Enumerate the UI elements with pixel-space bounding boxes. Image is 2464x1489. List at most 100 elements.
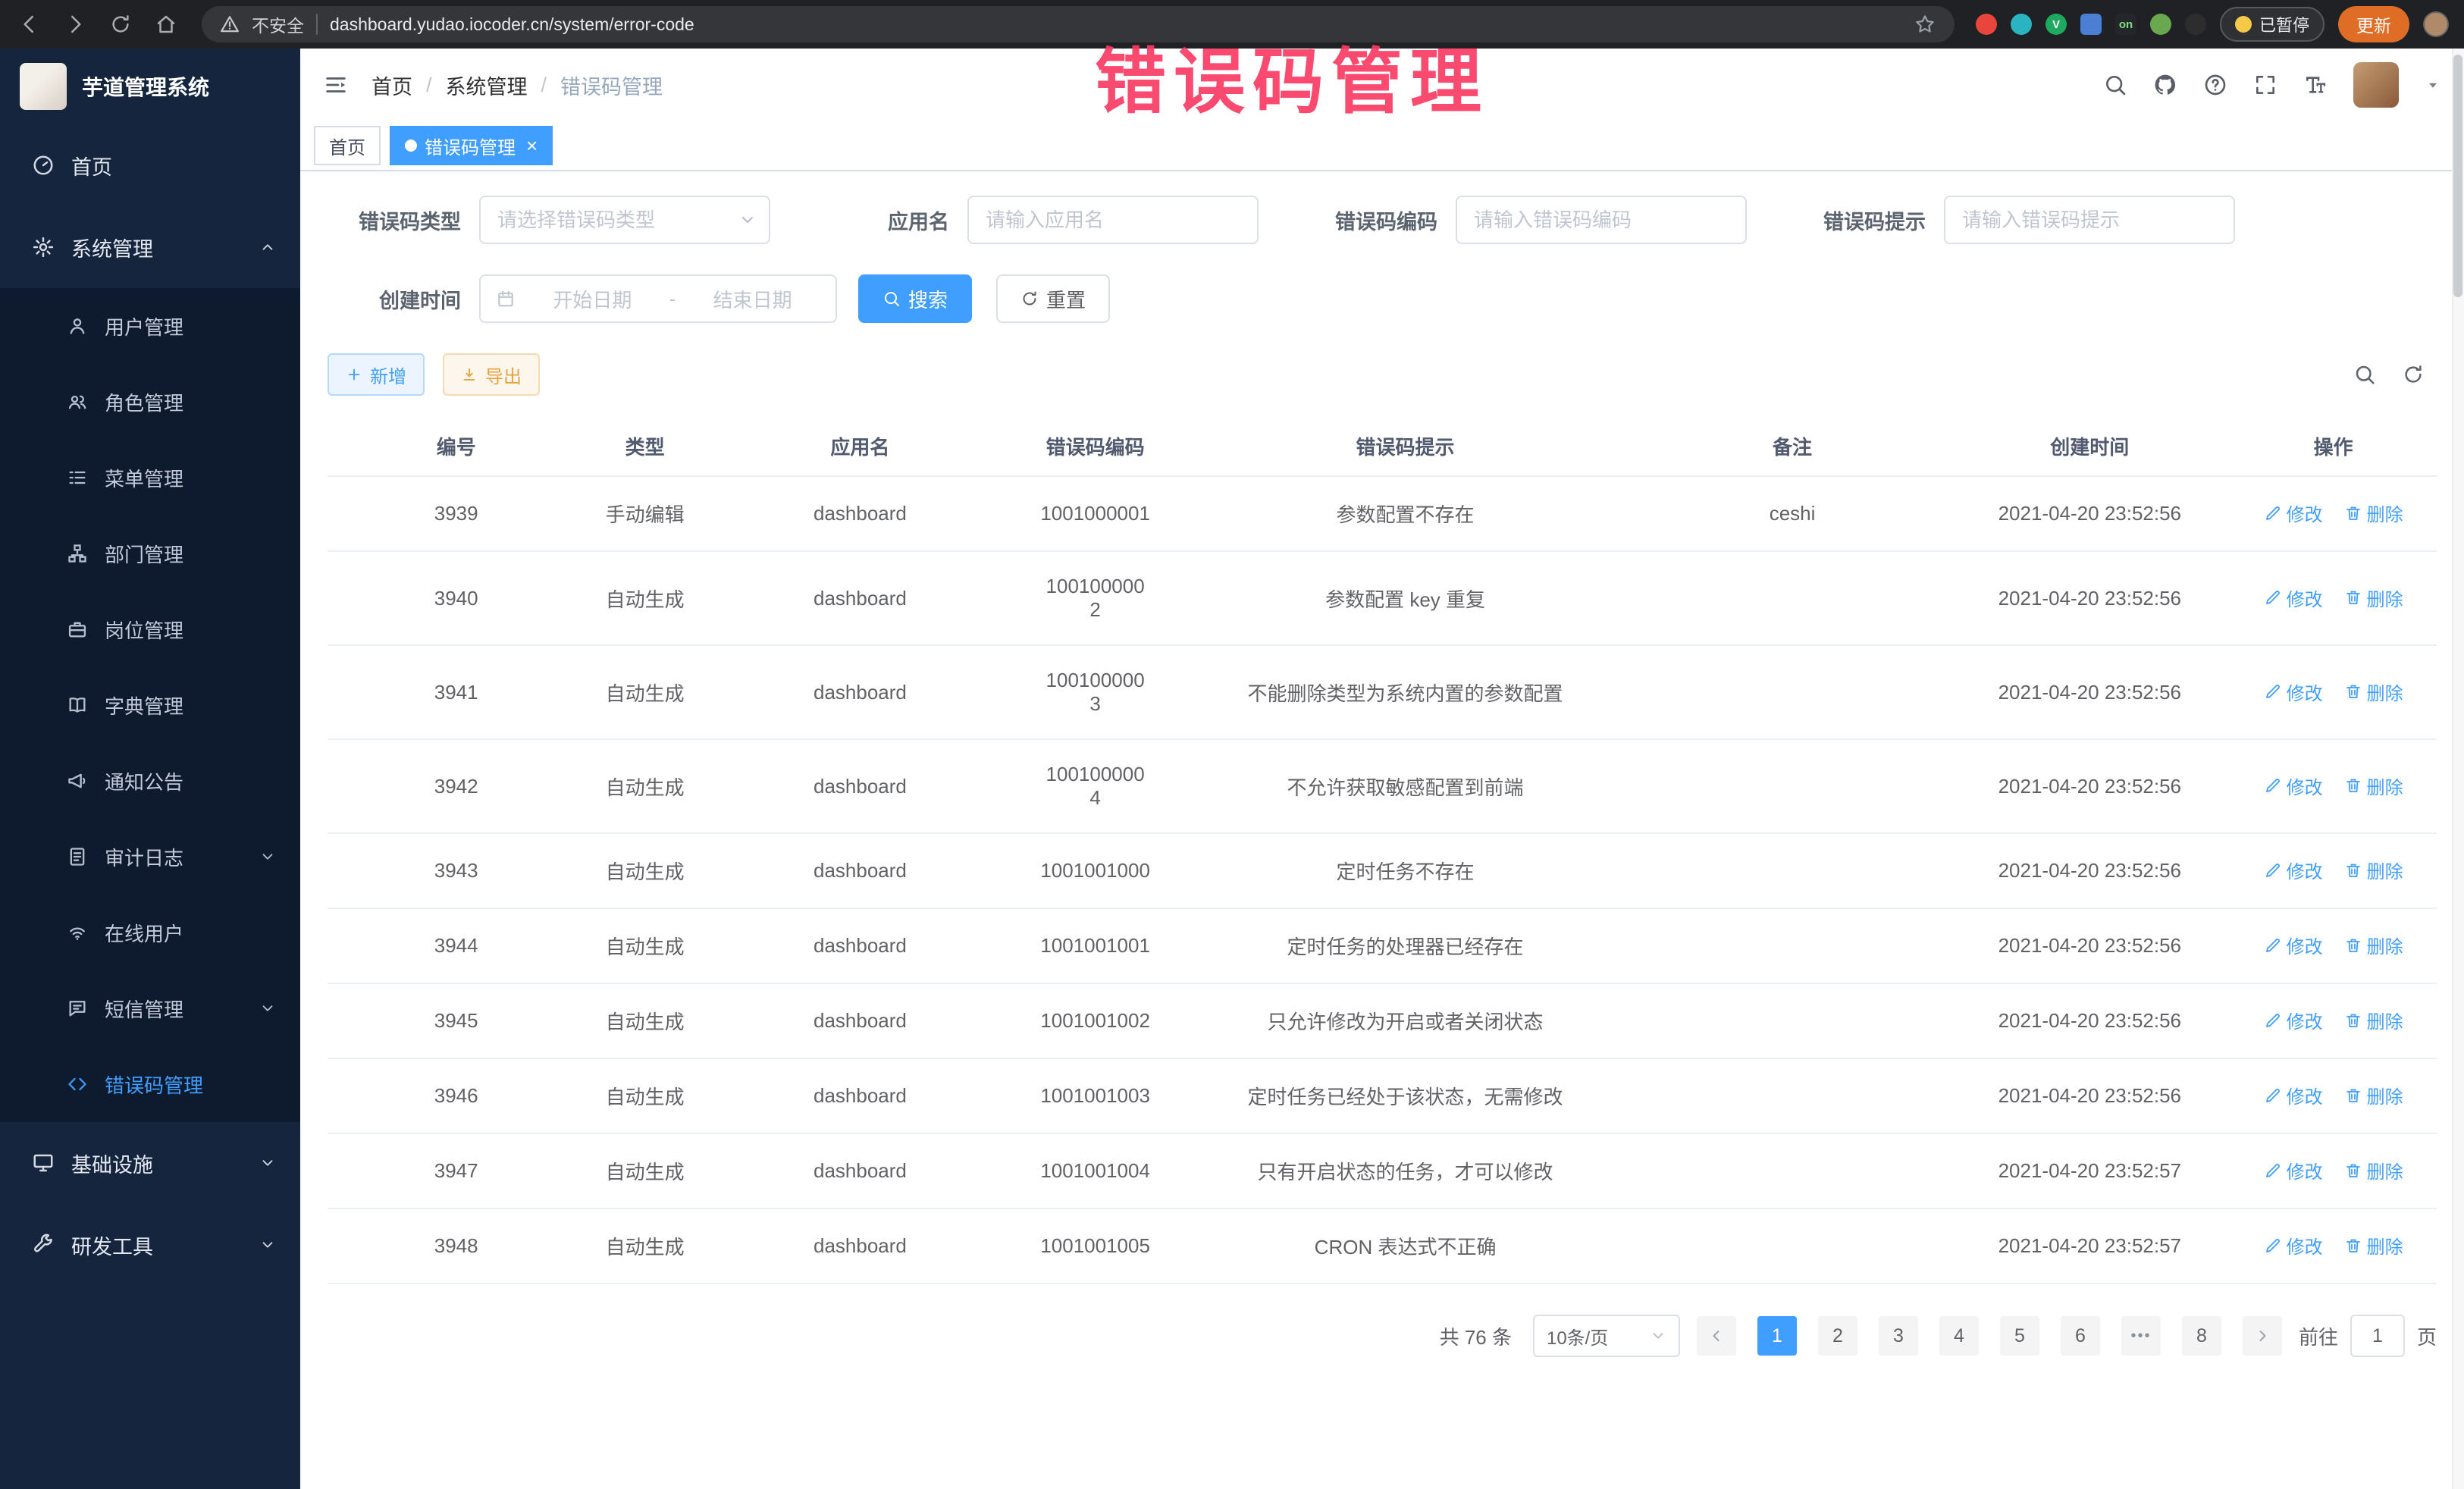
- app-logo[interactable]: 芋道管理系统: [0, 49, 300, 124]
- delete-link[interactable]: 删除: [2344, 585, 2403, 611]
- scrollbar[interactable]: [2452, 49, 2464, 1489]
- breadcrumb-home[interactable]: 首页: [371, 71, 412, 100]
- extension-icon[interactable]: [2185, 14, 2206, 35]
- sidebar-item[interactable]: 错误码管理: [0, 1046, 300, 1122]
- edit-link[interactable]: 修改: [2264, 857, 2323, 883]
- toggle-search-icon[interactable]: [2353, 363, 2376, 386]
- sidebar-item[interactable]: 研发工具: [0, 1204, 300, 1286]
- sidebar-item[interactable]: 审计日志: [0, 819, 300, 895]
- app-name-input[interactable]: [967, 196, 1259, 244]
- goto-page-input[interactable]: [2350, 1315, 2405, 1357]
- sidebar-item[interactable]: 用户管理: [0, 288, 300, 364]
- delete-link[interactable]: 删除: [2344, 1232, 2403, 1259]
- more-pages-button[interactable]: •••: [2121, 1316, 2161, 1356]
- scrollbar-thumb[interactable]: [2453, 55, 2462, 297]
- help-icon[interactable]: [2203, 73, 2227, 97]
- delete-link[interactable]: 删除: [2344, 500, 2403, 526]
- sidebar-item[interactable]: 通知公告: [0, 743, 300, 819]
- edit-link[interactable]: 修改: [2264, 585, 2323, 611]
- caret-down-icon[interactable]: [2425, 77, 2441, 93]
- end-date-placeholder[interactable]: 结束日期: [685, 285, 820, 313]
- back-icon[interactable]: [18, 13, 41, 36]
- fullscreen-icon[interactable]: [2253, 73, 2277, 97]
- search-button[interactable]: 搜索: [858, 274, 972, 323]
- paused-badge[interactable]: 已暂停: [2220, 7, 2324, 42]
- reset-button[interactable]: 重置: [996, 274, 1110, 323]
- font-size-icon[interactable]: [2303, 73, 2328, 97]
- page-content: 错误码类型 应用名 错误码编码: [300, 171, 2464, 1489]
- tab-错误码管理[interactable]: 错误码管理×: [390, 126, 553, 165]
- sidebar-item[interactable]: 菜单管理: [0, 440, 300, 516]
- page-size-select[interactable]: 10条/页: [1533, 1315, 1680, 1357]
- cell-remark: [1635, 1208, 1950, 1284]
- edit-link[interactable]: 修改: [2264, 1082, 2323, 1108]
- page-button[interactable]: 1: [1757, 1316, 1797, 1356]
- extension-icon[interactable]: V: [2045, 14, 2067, 35]
- user-avatar[interactable]: [2353, 62, 2399, 108]
- sidebar-item-label: 岗位管理: [105, 616, 183, 644]
- github-icon[interactable]: [2153, 73, 2177, 97]
- delete-link[interactable]: 删除: [2344, 1082, 2403, 1108]
- tab-首页[interactable]: 首页: [314, 126, 381, 165]
- page-button[interactable]: 3: [1879, 1316, 1918, 1356]
- extension-icon[interactable]: [2080, 14, 2102, 35]
- delete-link[interactable]: 删除: [2344, 857, 2403, 883]
- table-row: 3945自动生成dashboard1001001002只允许修改为开启或者关闭状…: [328, 983, 2437, 1058]
- extension-icon[interactable]: on: [2115, 14, 2136, 35]
- start-date-placeholder[interactable]: 开始日期: [525, 285, 660, 313]
- reload-icon[interactable]: [109, 13, 132, 36]
- edit-link[interactable]: 修改: [2264, 500, 2323, 526]
- extension-icon[interactable]: [1976, 14, 1997, 35]
- edit-link[interactable]: 修改: [2264, 1007, 2323, 1033]
- sidebar-item[interactable]: 在线用户: [0, 895, 300, 970]
- bookmark-star-icon[interactable]: [1914, 13, 1936, 36]
- hamburger-icon[interactable]: [323, 72, 349, 98]
- export-button[interactable]: 导出: [443, 353, 540, 396]
- edit-icon: [2264, 504, 2282, 522]
- sidebar-item[interactable]: 岗位管理: [0, 591, 300, 667]
- sidebar-item[interactable]: 系统管理: [0, 206, 300, 288]
- refresh-table-icon[interactable]: [2402, 363, 2425, 386]
- page-button[interactable]: 5: [2000, 1316, 2039, 1356]
- extension-icon[interactable]: [2150, 14, 2171, 35]
- error-type-input[interactable]: [479, 196, 770, 244]
- error-message-input[interactable]: [1944, 196, 2235, 244]
- cell-id: 3939: [328, 476, 585, 551]
- forward-icon[interactable]: [64, 13, 86, 36]
- error-code-input[interactable]: [1456, 196, 1747, 244]
- sidebar-item[interactable]: 字典管理: [0, 667, 300, 743]
- next-page-button[interactable]: [2243, 1316, 2282, 1356]
- breadcrumb-system[interactable]: 系统管理: [446, 71, 528, 100]
- search-icon[interactable]: [2103, 73, 2127, 97]
- error-type-select[interactable]: [479, 196, 770, 244]
- browser-profile-avatar[interactable]: [2423, 11, 2449, 37]
- edit-link[interactable]: 修改: [2264, 679, 2323, 705]
- sidebar-item[interactable]: 角色管理: [0, 364, 300, 440]
- edit-link[interactable]: 修改: [2264, 1157, 2323, 1183]
- extension-icon[interactable]: [2011, 14, 2032, 35]
- edit-link[interactable]: 修改: [2264, 1232, 2323, 1259]
- page-button[interactable]: 4: [1939, 1316, 1979, 1356]
- create-time-range[interactable]: 开始日期 - 结束日期: [479, 274, 837, 323]
- close-icon[interactable]: ×: [526, 136, 538, 155]
- edit-link[interactable]: 修改: [2264, 773, 2323, 799]
- sidebar-item[interactable]: 基础设施: [0, 1122, 300, 1204]
- home-icon[interactable]: [155, 13, 177, 36]
- edit-link[interactable]: 修改: [2264, 932, 2323, 958]
- prev-page-button[interactable]: [1697, 1316, 1736, 1356]
- sidebar-item[interactable]: 首页: [0, 124, 300, 206]
- page-button[interactable]: 8: [2182, 1316, 2221, 1356]
- delete-link[interactable]: 删除: [2344, 1157, 2403, 1183]
- delete-link[interactable]: 删除: [2344, 1007, 2403, 1033]
- delete-link[interactable]: 删除: [2344, 932, 2403, 958]
- page-button[interactable]: 2: [1818, 1316, 1857, 1356]
- page-button[interactable]: 6: [2061, 1316, 2100, 1356]
- calendar-icon: [496, 289, 516, 309]
- delete-link[interactable]: 删除: [2344, 679, 2403, 705]
- delete-link[interactable]: 删除: [2344, 773, 2403, 799]
- address-bar[interactable]: 不安全 dashboard.yudao.iocoder.cn/system/er…: [202, 6, 1955, 42]
- browser-update-button[interactable]: 更新: [2338, 6, 2409, 42]
- add-button[interactable]: 新增: [328, 353, 425, 396]
- sidebar-item[interactable]: 部门管理: [0, 516, 300, 591]
- sidebar-item[interactable]: 短信管理: [0, 970, 300, 1046]
